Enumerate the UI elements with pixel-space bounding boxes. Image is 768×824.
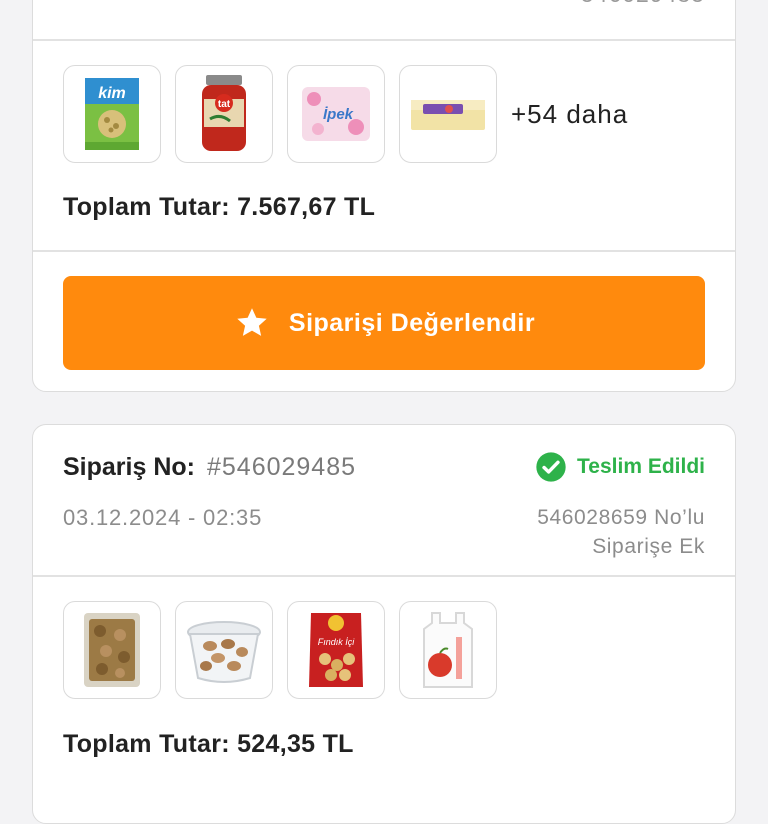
linked-order-line: Siparişe Ek bbox=[592, 535, 705, 558]
status-badge: Teslim Edildi bbox=[535, 451, 705, 483]
cheese-block-icon bbox=[411, 100, 485, 130]
linked-order-note[interactable]: 546028659 No’lu Siparişe Ek bbox=[537, 503, 705, 561]
product-thumbnails: kim tat İpek +54 daha bbox=[63, 65, 628, 163]
order-card: Sipariş No: #546029485 03.12.2024 - 02:3… bbox=[32, 424, 736, 824]
order-number-label: Sipariş No: bbox=[63, 453, 195, 481]
product-thumbnail[interactable] bbox=[175, 601, 273, 699]
product-thumbnails: Fındık İçi bbox=[63, 601, 511, 699]
product-thumbnail[interactable]: kim bbox=[63, 65, 161, 163]
svg-text:kim: kim bbox=[98, 85, 126, 102]
linked-order-line: 546028659 No’lu bbox=[537, 506, 705, 529]
product-thumbnail[interactable]: İpek bbox=[287, 65, 385, 163]
order-total: Toplam Tutar: 524,35 TL bbox=[63, 730, 354, 758]
svg-text:Fındık İçi: Fındık İçi bbox=[318, 637, 356, 647]
order-date: 03.12.2024 - 02:35 bbox=[63, 505, 263, 530]
card-divider bbox=[33, 250, 735, 252]
rate-order-button[interactable]: Siparişi Değerlendir bbox=[63, 276, 705, 370]
more-items-label[interactable]: +54 daha bbox=[511, 99, 628, 130]
product-thumbnail[interactable]: tat bbox=[175, 65, 273, 163]
svg-text:tat: tat bbox=[218, 99, 231, 110]
card-divider bbox=[33, 575, 735, 577]
tat-tomato-paste-jar-icon: tat bbox=[202, 75, 246, 151]
product-thumbnail[interactable]: Fındık İçi bbox=[287, 601, 385, 699]
svg-text:İpek: İpek bbox=[323, 106, 354, 123]
walnuts-tray-icon bbox=[84, 613, 140, 687]
star-icon bbox=[237, 308, 267, 336]
order-reference: 546029485 bbox=[581, 0, 705, 8]
order-header: Sipariş No: #546029485 bbox=[63, 453, 356, 482]
product-thumbnail[interactable] bbox=[399, 65, 497, 163]
order-card: 546029485 kim tat bbox=[32, 0, 736, 392]
product-thumbnail[interactable] bbox=[399, 601, 497, 699]
status-text: Teslim Edildi bbox=[577, 455, 705, 478]
product-thumbnail[interactable] bbox=[63, 601, 161, 699]
shopping-bag-icon bbox=[423, 612, 473, 688]
order-number: #546029485 bbox=[206, 453, 357, 481]
rate-order-label: Siparişi Değerlendir bbox=[288, 308, 536, 337]
order-total: Toplam Tutar: 7.567,67 TL bbox=[63, 193, 376, 221]
kim-snack-box-icon: kim bbox=[85, 78, 139, 150]
ipek-cotton-pads-pack-icon: İpek bbox=[302, 87, 370, 141]
peanuts-cup-icon bbox=[187, 621, 261, 683]
check-circle-icon bbox=[536, 452, 566, 482]
card-divider bbox=[33, 39, 735, 41]
chickpeas-pack-icon: Fındık İçi bbox=[309, 613, 363, 687]
